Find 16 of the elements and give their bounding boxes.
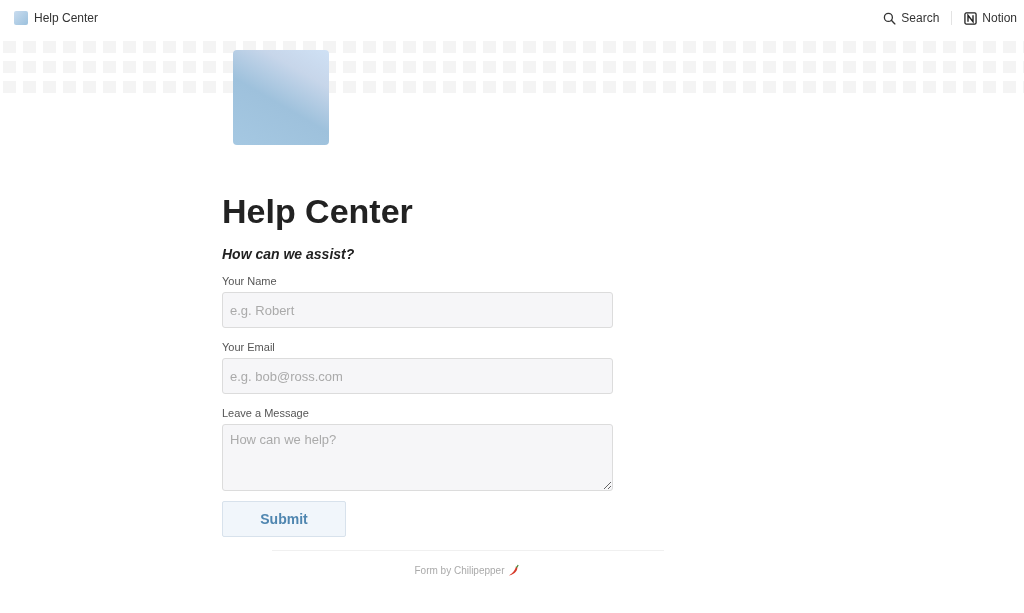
- input-field[interactable]: e.g. Robert: [222, 292, 613, 328]
- page-title[interactable]: Help Center: [34, 11, 99, 25]
- page-icon: [233, 50, 329, 145]
- search-icon: [883, 11, 897, 25]
- notion-link[interactable]: Notion: [962, 9, 1019, 27]
- logo-icon: [964, 11, 978, 25]
- page-heading: Help Center: [222, 191, 413, 232]
- field-label: Your Name: [222, 275, 278, 287]
- field-label: Leave a Message: [222, 407, 310, 419]
- submit-button[interactable]: Submit: [222, 501, 346, 537]
- field-label: Your Email: [222, 341, 276, 353]
- page-icon: [14, 11, 28, 25]
- input-field[interactable]: e.g. bob@ross.com: [222, 358, 613, 394]
- form-subtitle: How can we assist?: [222, 246, 356, 262]
- message-field[interactable]: How can we help?: [222, 424, 613, 491]
- search-button[interactable]: Search: [881, 9, 942, 27]
